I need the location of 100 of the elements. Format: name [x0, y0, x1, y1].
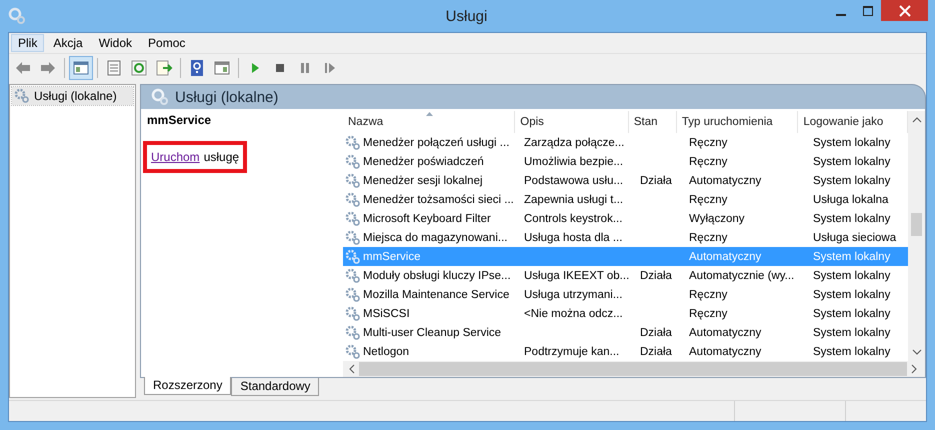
column-header[interactable]: Nazwa: [343, 111, 516, 133]
column-header[interactable]: Typ uruchomienia: [676, 111, 798, 133]
table-cell: Automatycznie (wy...: [689, 270, 794, 282]
table-cell: Automatyczny: [689, 346, 762, 358]
table-row[interactable]: Netlogon Podtrzymuje kan... Działa Automatyczny System lokalny: [343, 342, 908, 361]
horizontal-scrollbar[interactable]: [343, 361, 925, 377]
table-cell: Ręczny: [689, 288, 728, 300]
table-cell: Miejsca do magazynowani...: [363, 232, 508, 244]
scrollbar-thumb[interactable]: [911, 213, 922, 236]
chevron-up-icon[interactable]: [912, 117, 922, 123]
chevron-down-icon[interactable]: [912, 349, 922, 355]
table-cell: Podstawowa usłu...: [524, 174, 624, 186]
table-cell: Microsoft Keyboard Filter: [363, 212, 491, 224]
table-cell: Zarządza połącze...: [524, 136, 624, 148]
scrollbar-thumb[interactable]: [359, 362, 907, 376]
tree-toggle-button[interactable]: [69, 56, 93, 80]
table-cell: Usługa hosta dla ...: [524, 232, 622, 244]
gear-icon: [345, 324, 361, 340]
gear-icon: [345, 134, 361, 150]
table-cell: Controls keystrok...: [524, 212, 622, 224]
table-cell: Menedżer sesji lokalnej: [363, 174, 483, 186]
column-header[interactable]: Opis: [515, 111, 629, 133]
table-row[interactable]: Moduły obsługi kluczy IPse... Usługa IKEEXT ob... Działa Automatycznie (wy... System lokalny: [343, 266, 908, 285]
window-pane-icon: [213, 58, 231, 76]
menu-item[interactable]: Akcja: [46, 34, 90, 52]
refresh-icon: [130, 58, 148, 76]
gear-icon: [345, 154, 361, 170]
window-title: Usługi: [444, 8, 488, 24]
table-cell: Mozilla Maintenance Service: [363, 288, 510, 300]
table-cell: System lokalny: [813, 250, 890, 262]
menu-item[interactable]: Widok: [92, 34, 140, 52]
chevron-left-icon[interactable]: [349, 364, 355, 374]
close-button[interactable]: [881, 0, 928, 21]
gear-icon: [345, 230, 361, 246]
table-row[interactable]: Menedżer tożsamości sieci ... Zapewnia usługi t... Ręczny Usługa lokalna: [343, 190, 908, 209]
panel-title: Usługi (lokalne): [175, 88, 278, 106]
menu-item[interactable]: Pomoc: [141, 34, 192, 52]
close-icon: [898, 4, 910, 16]
chevron-right-icon[interactable]: [911, 364, 917, 374]
minimize-icon: [836, 14, 846, 16]
table-cell: Działa: [640, 346, 672, 358]
table-cell: Podtrzymuje kan...: [524, 346, 620, 358]
tree-item[interactable]: Usługi (lokalne): [12, 87, 133, 105]
table-cell: Umożliwia bezpie...: [524, 156, 624, 168]
table-cell: Automatyczny: [689, 250, 762, 262]
table-cell: System lokalny: [813, 174, 890, 186]
table-cell: Wyłączony: [689, 212, 744, 224]
table-row[interactable]: Menedżer poświadczeń Umożliwia bezpie... Ręczny System lokalny: [343, 152, 908, 171]
table-cell: Menedżer połączeń usługi ...: [363, 136, 510, 148]
table-cell: Ręczny: [689, 232, 728, 244]
help-icon: [188, 58, 206, 76]
table-row[interactable]: Menedżer sesji lokalnej Podstawowa usłu... Działa Automatyczny System lokalny: [343, 171, 908, 190]
view-tab[interactable]: Standardowy: [231, 378, 320, 396]
table-cell: Usługa lokalna: [813, 194, 888, 206]
export-icon: [155, 58, 173, 76]
table-cell: Działa: [640, 326, 672, 338]
vertical-scrollbar[interactable]: [908, 111, 925, 361]
tree-item-label: Usługi (lokalne): [34, 89, 117, 103]
start-link[interactable]: Uruchom: [151, 150, 200, 164]
table-cell: <Nie można odcz...: [524, 308, 623, 320]
table-row[interactable]: Microsoft Keyboard Filter Controls keystrok... Wyłączony System lokalny: [343, 209, 908, 228]
gear-icon: [14, 88, 30, 104]
table-cell: Ręczny: [689, 308, 728, 320]
service-name: mmService: [147, 113, 212, 127]
gear-icon: [345, 344, 361, 360]
document-icon: [105, 58, 123, 76]
gears-icon: [151, 88, 169, 106]
table-row[interactable]: Mozilla Maintenance Service Usługa utrzymani... Ręczny System lokalny: [343, 285, 908, 304]
table-cell: Automatyczny: [689, 174, 762, 186]
column-header[interactable]: Stan: [628, 111, 677, 133]
gear-icon: [345, 286, 361, 302]
view-tab[interactable]: Rozszerzony: [144, 377, 232, 395]
table-cell: Ręczny: [689, 194, 728, 206]
table-cell: System lokalny: [813, 326, 890, 338]
table-cell: Menedżer poświadczeń: [363, 156, 484, 168]
action-text: usługę: [204, 150, 240, 164]
gear-icon: [345, 210, 361, 226]
gear-icon: [345, 172, 361, 188]
table-cell: Usługa utrzymani...: [524, 288, 622, 300]
table-cell: Moduły obsługi kluczy IPse...: [363, 270, 511, 282]
table-cell: System lokalny: [813, 156, 890, 168]
table-row[interactable]: MSiSCSI <Nie można odcz... Ręczny System lokalny: [343, 304, 908, 323]
gear-icon: [345, 306, 361, 322]
table-cell: Usługa IKEEXT ob...: [524, 270, 630, 282]
table-cell: System lokalny: [813, 270, 890, 282]
table-cell: mmService: [363, 250, 421, 262]
table-cell: Ręczny: [689, 136, 728, 148]
table-cell: Zapewnia usługi t...: [524, 194, 624, 206]
table-cell: Automatyczny: [689, 326, 762, 338]
table-row[interactable]: Miejsca do magazynowani... Usługa hosta dla ... Ręczny Usługa sieciowa: [343, 228, 908, 247]
gear-icon: [345, 192, 361, 208]
menu-item[interactable]: Plik: [11, 34, 44, 52]
sort-arrow-icon: [426, 112, 433, 116]
table-row[interactable]: Menedżer połączeń usługi ... Zarządza połącze... Ręczny System lokalny: [343, 133, 908, 152]
table-cell: System lokalny: [813, 308, 890, 320]
table-row[interactable]: Multi-user Cleanup Service Działa Automatyczny System lokalny: [343, 323, 908, 342]
table-cell: Usługa sieciowa: [813, 232, 896, 244]
gears-icon: [8, 7, 26, 25]
gear-icon: [345, 268, 361, 284]
table-cell: Działa: [640, 174, 672, 186]
